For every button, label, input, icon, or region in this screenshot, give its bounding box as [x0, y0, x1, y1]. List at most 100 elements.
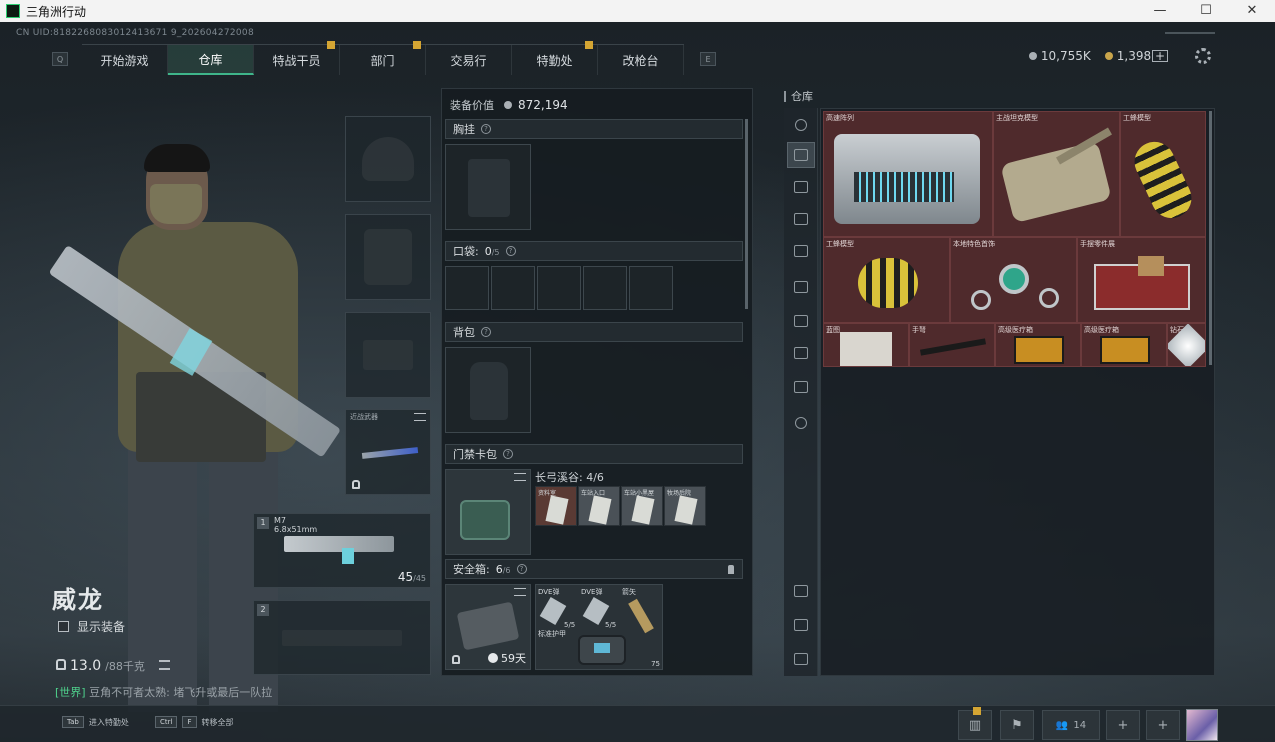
sidebar-button-cat4[interactable] — [787, 238, 815, 264]
ammo-current: 45 — [397, 570, 414, 584]
box-icon — [794, 181, 808, 193]
keybag-header: 门禁卡包? — [445, 444, 743, 464]
pocket-cell[interactable] — [537, 266, 581, 310]
mail-icon[interactable] — [1152, 50, 1168, 62]
hint-transfer-all[interactable]: Ctrl F 转移全部 — [155, 716, 234, 728]
sidebar-button-cat6[interactable] — [787, 308, 815, 334]
rifle-placeholder-icon — [282, 629, 402, 646]
tab-start-game[interactable]: 开始游戏 — [82, 45, 168, 75]
plus-icon: + — [1157, 717, 1169, 733]
sidebar-button-cat3[interactable] — [787, 206, 815, 232]
clock-icon — [488, 653, 498, 663]
help-icon[interactable]: ? — [481, 124, 491, 134]
swap-icon[interactable] — [514, 588, 526, 596]
hint-enter-special-ops[interactable]: Tab 进入特勤处 — [62, 716, 129, 728]
keycard-item[interactable]: 资料室 — [535, 486, 577, 526]
warehouse-item[interactable]: 主战坦克模型 — [993, 111, 1120, 237]
help-icon[interactable]: ? — [505, 246, 516, 256]
warehouse-item[interactable]: 高级医疗箱 — [1081, 323, 1167, 367]
keybag-slot[interactable] — [445, 469, 531, 555]
backpack-slot[interactable] — [445, 347, 531, 433]
warehouse-item[interactable]: 手摆零件展 — [1077, 237, 1206, 323]
hint-key: F — [182, 716, 197, 728]
operator-hair — [144, 144, 210, 172]
currency-display: 10,755K 1,398 + — [1028, 49, 1165, 63]
warehouse-item[interactable]: 高速阵列 — [823, 111, 993, 237]
primary-weapon-slot[interactable]: 1 M7 6.8x51mm 45/45 — [253, 513, 431, 588]
loadout-scrollbar[interactable] — [745, 119, 748, 309]
friends-button[interactable]: 👥 14 — [1042, 710, 1100, 740]
nav-key-left[interactable]: Q — [52, 52, 68, 66]
help-icon[interactable]: ? — [481, 327, 491, 337]
hint-key: Ctrl — [155, 716, 178, 728]
chat-line[interactable]: [世界] 豆角不可者太熟: 堵飞升或最后一队拉 — [55, 684, 272, 700]
tab-department[interactable]: 部门 — [340, 41, 426, 75]
sidebar-button-layers[interactable] — [787, 612, 815, 638]
add-teammate-button[interactable]: + — [1106, 710, 1140, 740]
hint-label: 转移全部 — [201, 717, 234, 727]
safebox-item[interactable]: DVE弹 5/5 — [581, 587, 616, 629]
sidebar-button-all[interactable] — [787, 142, 815, 168]
show-gear-checkbox[interactable] — [58, 621, 69, 632]
stats-button[interactable]: ▥ — [958, 707, 992, 740]
avatar[interactable] — [1186, 709, 1218, 741]
sidebar-button-helmet[interactable] — [787, 112, 815, 138]
minimize-icon[interactable]: — — [1137, 0, 1183, 22]
add-teammate-button[interactable]: + — [1146, 710, 1180, 740]
flag-button[interactable]: ⚑ — [1000, 710, 1034, 740]
tab-warehouse[interactable]: 仓库 — [168, 45, 254, 75]
warehouse-item[interactable]: 高级医疗箱 — [995, 323, 1081, 367]
sidebar-button-cat5[interactable] — [787, 274, 815, 300]
tools-icon — [794, 653, 808, 665]
pocket-cell[interactable] — [491, 266, 535, 310]
keycard-item[interactable]: 车站小黑屋 — [621, 486, 663, 526]
sidebar-button-sort[interactable] — [787, 578, 815, 604]
tab-label: 特战干员 — [272, 53, 321, 68]
melee-slot[interactable]: 近战武器 — [345, 409, 431, 495]
chest-rig-slot[interactable] — [445, 144, 531, 230]
safebox-item[interactable]: 箭矢 — [622, 587, 654, 634]
swap-icon[interactable] — [414, 413, 426, 421]
pocket-cell[interactable] — [445, 266, 489, 310]
sidebar-button-cat2[interactable] — [787, 174, 815, 200]
keycard-icon — [674, 495, 698, 525]
nav-key-right[interactable]: E — [700, 52, 716, 66]
tab-operators[interactable]: 特战干员 — [254, 41, 340, 75]
show-gear-toggle[interactable]: 显示装备 — [58, 618, 125, 635]
safebox-slot[interactable]: 59天 — [445, 584, 531, 670]
tab-gunsmith[interactable]: 改枪台 — [598, 45, 684, 75]
pin-icon[interactable] — [728, 564, 734, 574]
keycard-item[interactable]: 车站入口 — [578, 486, 620, 526]
warehouse-item[interactable]: 工蜂模型 — [1120, 111, 1206, 237]
warehouse-item[interactable]: 蓝图 — [823, 323, 909, 367]
warehouse-item[interactable]: 钻石 — [1167, 323, 1206, 367]
safebox-item[interactable]: 标准护甲 75 — [538, 629, 662, 669]
safebox-item[interactable]: DVE弹 5/5 — [538, 587, 575, 629]
help-icon[interactable]: ? — [503, 449, 513, 459]
keycard-item[interactable]: 牧场后院 — [664, 486, 706, 526]
sidebar-button-tools[interactable] — [787, 646, 815, 672]
warehouse-item[interactable]: 工蜂模型 — [823, 237, 950, 323]
warehouse-scrollbar[interactable] — [1209, 111, 1212, 365]
helmet-slot[interactable] — [345, 116, 431, 202]
maximize-icon[interactable]: ☐ — [1183, 0, 1229, 22]
warehouse-item[interactable]: 本地特色首饰 — [950, 237, 1077, 323]
item-label: 高速阵列 — [826, 114, 854, 122]
help-icon[interactable]: ? — [516, 564, 527, 574]
close-icon[interactable]: ✕ — [1229, 0, 1275, 22]
sidebar-button-cat8[interactable] — [787, 374, 815, 400]
tab-trade[interactable]: 交易行 — [426, 45, 512, 75]
pistol-slot[interactable] — [345, 312, 431, 398]
pocket-cell[interactable] — [583, 266, 627, 310]
settings-gear-icon[interactable] — [1195, 48, 1211, 64]
pocket-cell[interactable] — [629, 266, 673, 310]
loadout-panel: 装备价值 872,194 胸挂? 口袋: 0/5 ? 背包? 门禁卡包? 长弓溪… — [441, 88, 753, 676]
secondary-weapon-slot[interactable]: 2 — [253, 600, 431, 675]
warehouse-item[interactable]: 手弩 — [909, 323, 995, 367]
swap-icon[interactable] — [514, 473, 526, 481]
sidebar-button-cat7[interactable] — [787, 340, 815, 366]
sidebar-button-settings[interactable] — [787, 410, 815, 436]
tab-special-ops[interactable]: 特勤处 — [512, 41, 598, 75]
armor-slot[interactable] — [345, 214, 431, 300]
list-icon[interactable] — [158, 660, 170, 670]
